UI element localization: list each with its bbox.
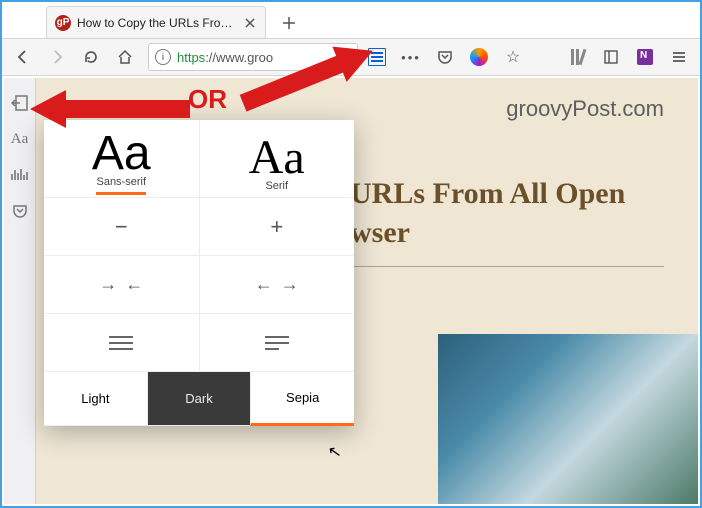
decrease-font-button[interactable]: − — [44, 198, 199, 256]
close-tab-icon[interactable] — [243, 16, 257, 30]
divider — [350, 266, 664, 267]
forward-button[interactable] — [42, 42, 72, 72]
theme-dark-button[interactable]: Dark — [147, 372, 251, 426]
back-button[interactable] — [8, 42, 38, 72]
narrate-icon[interactable] — [7, 162, 33, 188]
home-button[interactable] — [110, 42, 140, 72]
article-image — [438, 334, 698, 504]
new-tab-button[interactable] — [274, 8, 304, 38]
wide-width-button[interactable]: ←→ — [199, 256, 355, 314]
annotation-or-label: OR — [188, 84, 227, 115]
article-title: URLs From All Open wser — [350, 174, 664, 252]
pocket-icon[interactable] — [430, 42, 460, 72]
narrow-width-button[interactable]: →← — [44, 256, 199, 314]
increase-font-button[interactable]: + — [199, 198, 355, 256]
line-height-tight-button[interactable] — [44, 314, 199, 372]
annotation-arrow-left — [30, 84, 190, 134]
line-height-loose-button[interactable] — [199, 314, 355, 372]
browser-tab[interactable]: gP How to Copy the URLs From All … — [46, 6, 266, 38]
favicon: gP — [55, 15, 71, 31]
close-reader-icon[interactable] — [7, 90, 33, 116]
theme-sepia-button[interactable]: Sepia — [250, 372, 354, 426]
site-info-icon[interactable]: i — [155, 49, 171, 65]
library-icon[interactable] — [562, 42, 592, 72]
font-serif-option[interactable]: Aa Serif — [199, 120, 355, 198]
titlebar: gP How to Copy the URLs From All … — [2, 2, 700, 38]
pocket-sidebar-icon[interactable] — [7, 198, 33, 224]
tab-title: How to Copy the URLs From All … — [77, 16, 237, 30]
type-controls-icon[interactable]: Aa — [7, 126, 33, 152]
sidebar-icon[interactable] — [596, 42, 626, 72]
theme-light-button[interactable]: Light — [44, 372, 147, 426]
reload-button[interactable] — [76, 42, 106, 72]
reader-sidebar: Aa — [4, 78, 36, 504]
page-actions-icon[interactable]: ••• — [396, 42, 426, 72]
onenote-icon[interactable] — [630, 42, 660, 72]
app-menu-icon[interactable] — [664, 42, 694, 72]
type-controls-panel: Aa Sans-serif Aa Serif − + →← ←→ Light D… — [44, 120, 354, 426]
firefox-account-icon[interactable] — [464, 42, 494, 72]
bookmark-star-icon[interactable]: ☆ — [498, 42, 528, 72]
annotation-arrow-right — [238, 42, 378, 112]
